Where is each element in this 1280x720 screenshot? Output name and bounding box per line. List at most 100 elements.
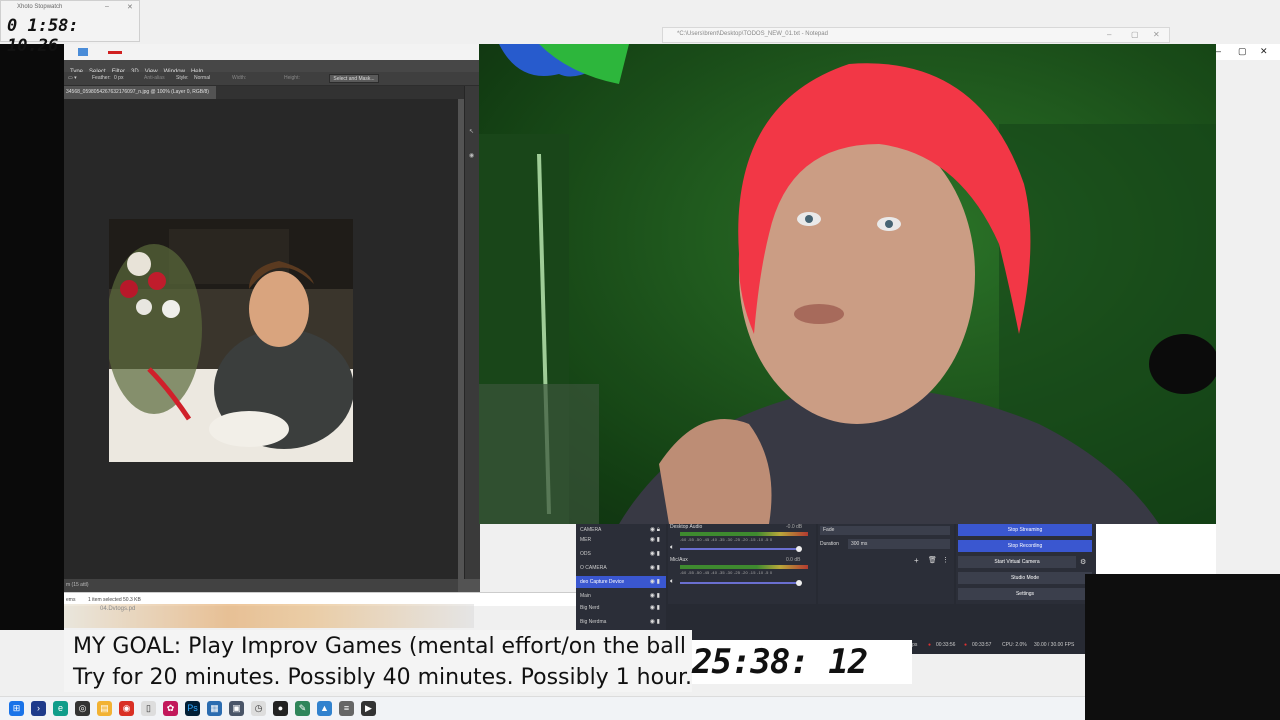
eye-icon[interactable]: ◉ ▮ xyxy=(650,548,660,560)
rec-dot-icon: ● xyxy=(964,642,968,648)
duration-input[interactable]: 300 ms xyxy=(848,539,950,549)
volume-knob[interactable] xyxy=(796,580,802,586)
chrome-icon[interactable]: ◉ xyxy=(119,701,134,716)
duration-label: Duration xyxy=(820,541,839,547)
transition-select[interactable]: Fade xyxy=(820,526,950,535)
app-icon[interactable]: ● xyxy=(273,701,288,716)
studio-mode-button[interactable]: Studio Mode xyxy=(958,572,1092,584)
stop-recording-button[interactable]: Stop Recording xyxy=(958,540,1092,552)
page-icon[interactable]: ▯ xyxy=(141,701,156,716)
media-icon[interactable]: ✿ xyxy=(163,701,178,716)
style-select[interactable]: Normal xyxy=(194,75,210,81)
goal-line-1: MY GOAL: Play Improv Games (mental effor… xyxy=(73,634,686,659)
eye-icon[interactable]: ◉ ▮ xyxy=(650,590,660,602)
feather-label: Feather: xyxy=(92,75,111,81)
speaker-icon[interactable]: 🔈︎ xyxy=(670,578,674,586)
clock-icon[interactable]: ◷ xyxy=(251,701,266,716)
ps-indicator-icon xyxy=(108,51,122,54)
add-icon[interactable]: + xyxy=(914,556,919,565)
close-icon[interactable]: ✕ xyxy=(1153,30,1160,39)
feather-input[interactable]: 0 px xyxy=(114,75,123,81)
obs-transitions-panel: Fade Duration 300 ms + 🗑︎ ⋮ xyxy=(818,524,954,604)
more-icon[interactable]: ⋮ xyxy=(942,556,949,564)
live-dot-icon: ● xyxy=(928,642,932,648)
notepad-window[interactable]: *C:\Users\brent\Desktop\TODOS_NEW_01.txt… xyxy=(662,27,1170,43)
meter-scale: -60 -55 -50 -45 -40 -35 -30 -25 -20 -15 … xyxy=(680,537,773,542)
source-label: Main xyxy=(580,593,591,599)
photos-icon[interactable]: ▲ xyxy=(317,701,332,716)
audio-meter xyxy=(680,565,808,569)
source-item[interactable]: Big Nerd ◉ ▮ xyxy=(576,602,666,614)
minimize-icon[interactable]: – xyxy=(1216,46,1221,56)
explorer-selection-info: 1 item selected 50.3 KB xyxy=(88,597,141,603)
player-icon[interactable]: ▶ xyxy=(361,701,376,716)
obs-icon[interactable]: ◎ xyxy=(75,701,90,716)
source-item[interactable]: O CAMERA ◉ ▮ xyxy=(576,562,666,574)
source-item[interactable]: Main ◉ ▮ xyxy=(576,590,666,602)
photoshop-status-bar: m (15 attl) xyxy=(64,579,458,592)
notepad-icon[interactable]: ≡ xyxy=(339,701,354,716)
visibility-eye-icon[interactable]: ◉ xyxy=(469,152,474,159)
minimize-icon[interactable]: – xyxy=(1107,30,1111,39)
goal-line-2: Try for 20 minutes. Possibly 40 minutes.… xyxy=(73,665,693,690)
select-and-mask-button[interactable]: Select and Mask... xyxy=(329,74,379,83)
source-item[interactable]: ODS ◉ ▮ xyxy=(576,548,666,560)
countdown-timer: 25:38: 12 xyxy=(692,640,912,684)
close-icon[interactable]: ✕ xyxy=(127,3,133,11)
eye-icon[interactable]: ◉ ▮ xyxy=(650,576,660,588)
timer-value: 25:38: 12 xyxy=(692,642,868,682)
explorer-icon[interactable]: ▦ xyxy=(207,701,222,716)
start-virtual-camera-button[interactable]: Start Virtual Camera xyxy=(958,556,1076,568)
terminal-icon[interactable]: ▣ xyxy=(229,701,244,716)
windows-icon[interactable]: ⊞ xyxy=(9,701,24,716)
obs-sources-panel: CAMERA ◉ 🔒︎ MER ◉ ▮ ODS ◉ ▮ O CAMERA ◉ ▮ deo… xyxy=(576,524,666,634)
volume-slider[interactable] xyxy=(680,548,800,550)
maximize-icon[interactable]: ▢ xyxy=(1238,46,1247,57)
canvas-photo xyxy=(109,219,353,462)
photoshop-icon[interactable]: Ps xyxy=(185,701,200,716)
stopwatch-window: Xhoto Stopwatch – ✕ 0 1:58: 10.26 xyxy=(0,0,140,56)
source-item-selected[interactable]: deo Capture Device ◉ ▮ xyxy=(576,576,666,588)
source-item[interactable]: Big Nerdma ◉ ▮ xyxy=(576,616,666,628)
explorer-items-count: ems xyxy=(66,597,76,603)
eye-icon[interactable]: ◉ ▮ xyxy=(650,616,660,628)
document-tabbar: 34568_0598054267632176097_n.jpg @ 100% (… xyxy=(64,86,480,99)
photoshop-menubar: TypeSelectFilter3DViewWindowHelp xyxy=(64,60,480,75)
photoshop-titlebar[interactable] xyxy=(64,44,480,60)
trash-icon[interactable]: 🗑︎ xyxy=(928,556,937,564)
eye-icon[interactable]: ◉ ▮ xyxy=(650,534,660,546)
mixer-channel-mic: Mic/Aux xyxy=(670,557,688,563)
settings-button[interactable]: Settings xyxy=(958,588,1092,600)
document-tab[interactable]: 34568_0598054267632176097_n.jpg @ 100% (… xyxy=(64,86,216,99)
status-cpu: CPU: 2.0% xyxy=(1002,642,1027,648)
background-dark-area xyxy=(1085,574,1280,720)
mixer-db-mic: 0.0 dB xyxy=(786,557,801,563)
antialias-checkbox[interactable]: Anti-alias xyxy=(144,75,165,81)
desktop-background xyxy=(0,44,64,630)
source-label: O CAMERA xyxy=(580,565,607,571)
paint-icon[interactable]: ✎ xyxy=(295,701,310,716)
mixer-channel-desktop: Desktop Audio xyxy=(670,524,703,530)
source-label: Big Nerd xyxy=(580,605,600,611)
status-live-time: 00:33:56 xyxy=(936,642,956,648)
explorer-file-name[interactable]: 04.Dvtogs.pd xyxy=(100,606,135,612)
vscode-icon[interactable]: › xyxy=(31,701,46,716)
marquee-tool-icon[interactable]: ▭ ▾ xyxy=(68,75,77,81)
photoshop-options-bar: ▭ ▾ Feather: 0 px Anti-alias Style: Norm… xyxy=(64,72,480,86)
edge-icon[interactable]: e xyxy=(53,701,68,716)
maximize-icon[interactable]: ▢ xyxy=(1131,30,1139,39)
taskbar: ⊞ › e ◎ ▤ ◉ ▯ ✿ Ps ▦ ▣ ◷ ● ✎ ▲ ≡ ▶ xyxy=(0,696,1085,720)
stop-streaming-button[interactable]: Stop Streaming xyxy=(958,524,1092,536)
height-label: Height: xyxy=(284,75,300,81)
close-icon[interactable]: ✕ xyxy=(1260,46,1268,57)
gear-icon[interactable]: ⚙ xyxy=(1080,558,1086,566)
source-item[interactable]: MER ◉ ▮ xyxy=(576,534,666,546)
file-icon[interactable]: ▤ xyxy=(97,701,112,716)
meter-scale: -60 -55 -50 -45 -40 -35 -30 -25 -20 -15 … xyxy=(680,570,773,575)
speaker-icon[interactable]: 🔈︎ xyxy=(670,544,674,552)
eye-icon[interactable]: ◉ ▮ xyxy=(650,602,660,614)
eye-icon[interactable]: ◉ ▮ xyxy=(650,562,660,574)
volume-slider[interactable] xyxy=(680,582,800,584)
minimize-icon[interactable]: – xyxy=(105,3,109,10)
volume-knob[interactable] xyxy=(796,546,802,552)
